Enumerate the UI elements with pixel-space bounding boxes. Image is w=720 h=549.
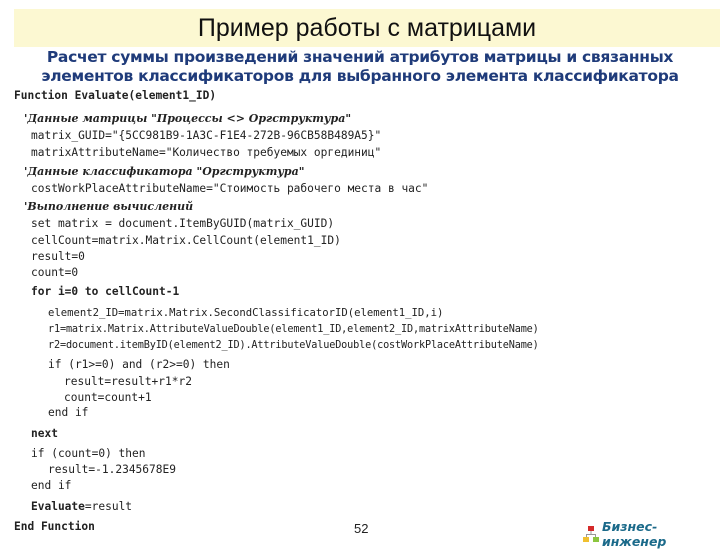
brand-logo: Бизнес-инженер xyxy=(583,519,720,549)
code-line: set matrix = document.ItemByGUID(matrix_… xyxy=(31,217,335,230)
code-line: costWorkPlaceAttributeName="Стоимость ра… xyxy=(31,182,429,195)
code-line: result=-1.2345678E9 xyxy=(48,463,176,476)
code-if: if (count=0) then xyxy=(31,447,146,460)
code-comment-classifier: 'Данные классификатора "Оргструктура" xyxy=(24,165,305,178)
code-line: r2=document.itemByID(element2_ID).Attrib… xyxy=(48,340,539,351)
code-line: count=0 xyxy=(31,266,79,279)
code-if: if (r1>=0) and (r2>=0) then xyxy=(48,358,230,371)
code-line: matrix_GUID="{5CC981B9-1A3C-F1E4-272B-96… xyxy=(31,129,382,142)
code-line: matrixAttributeName="Количество требуемы… xyxy=(31,146,382,159)
page-number: 52 xyxy=(354,521,369,536)
code-next: next xyxy=(31,427,58,440)
code-return-value: =result xyxy=(84,500,133,513)
code-line: count=count+1 xyxy=(64,391,152,404)
code-end-if: end if xyxy=(31,479,72,492)
brand-name: Бизнес-инженер xyxy=(602,519,667,549)
code-listing: Function Evaluate(element1_ID) 'Данные м… xyxy=(0,0,720,540)
code-for-loop: for i=0 to cellCount-1 xyxy=(31,285,180,298)
code-comment-matrix: 'Данные матрицы "Процессы <> Оргструктур… xyxy=(24,112,352,125)
code-return: Evaluate=result xyxy=(31,500,132,514)
code-comment-compute: 'Выполнение вычислений xyxy=(24,200,194,213)
code-line: cellCount=matrix.Matrix.CellCount(elemen… xyxy=(31,234,341,247)
code-line: result=0 xyxy=(31,250,85,263)
code-function-header: Function Evaluate(element1_ID) xyxy=(14,89,217,102)
code-line: element2_ID=matrix.Matrix.SecondClassifi… xyxy=(48,307,444,319)
code-end-function: End Function xyxy=(14,520,95,533)
code-return-name: Evaluate xyxy=(31,500,85,513)
code-end-if: end if xyxy=(48,406,89,419)
code-line: r1=matrix.Matrix.AttributeValueDouble(el… xyxy=(48,324,539,335)
code-line: result=result+r1*r2 xyxy=(64,375,192,388)
